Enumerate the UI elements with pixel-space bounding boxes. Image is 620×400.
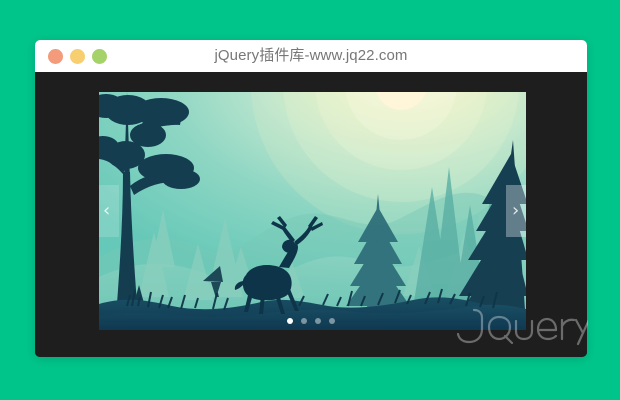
slide-dot-4[interactable]: [329, 318, 335, 324]
image-slider: ‹ ›: [99, 92, 526, 330]
browser-window: jQuery插件库-www.jq22.com ‹ ›: [35, 40, 587, 357]
titlebar: jQuery插件库-www.jq22.com: [35, 40, 587, 72]
forest-deer-illustration: [99, 92, 526, 330]
window-title: jQuery插件库-www.jq22.com: [214, 47, 408, 64]
slide-dot-1[interactable]: [287, 318, 293, 324]
previous-slide-button[interactable]: ‹: [99, 185, 119, 237]
slide-dot-3[interactable]: [315, 318, 321, 324]
slide-dot-2[interactable]: [301, 318, 307, 324]
demo-content: ‹ ›: [35, 72, 587, 357]
chevron-right-icon: ›: [512, 200, 520, 221]
next-slide-button[interactable]: ›: [506, 185, 526, 237]
chevron-left-icon: ‹: [103, 200, 111, 221]
slide-pagination: [287, 318, 339, 324]
